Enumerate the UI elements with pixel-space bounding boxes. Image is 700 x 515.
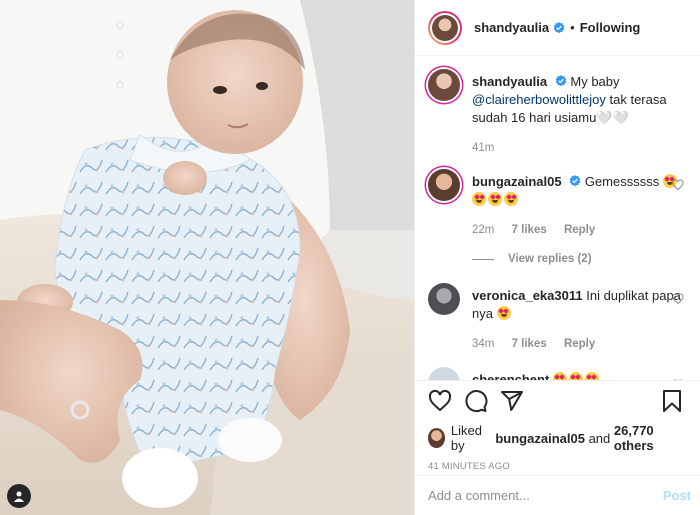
star-struck-emoji [496,306,511,320]
reply-button[interactable]: Reply [564,338,595,350]
star-struck-emoji [568,372,583,380]
heart-icon[interactable] [428,389,452,413]
likes-count[interactable]: 26,770 others [614,423,684,453]
author-username[interactable]: shandyaulia [474,20,549,35]
caption-row: shandyaulia My baby @claireherbowolittle… [428,69,684,155]
view-replies-label: View replies (2) [508,253,592,265]
action-icons [428,389,684,413]
comment-row: veronica_eka3011 Ini duplikat papa nya 3… [428,283,684,351]
comment-likes[interactable]: 7 likes [512,224,547,236]
caption-mention-link[interactable]: @claireherbowolittlejoy [472,92,606,107]
comment-row: cherenchent [428,367,684,380]
post-timestamp[interactable]: 41 MINUTES AGO [428,461,684,472]
liker-avatar[interactable] [428,428,445,448]
separator-dot: • [570,20,575,35]
instagram-post: shandyaulia • Following shandyaulia My b… [0,0,700,515]
comment-time[interactable]: 22m [472,224,494,236]
post-comment-button[interactable]: Post [663,488,691,503]
comment-icon[interactable] [464,389,488,413]
author-avatar[interactable] [428,10,462,45]
star-struck-emoji [584,372,599,380]
comments-list[interactable]: shandyaulia My baby @claireherbowolittle… [415,56,700,380]
commenter-avatar[interactable] [428,169,460,201]
commenter-avatar[interactable] [428,283,460,315]
caption-username[interactable]: shandyaulia [472,74,547,89]
comment-time[interactable]: 34m [472,338,494,350]
comment-username[interactable]: bungazainal05 [472,174,562,189]
comment-input[interactable] [428,488,663,503]
comment-username[interactable]: cherenchent [472,372,549,380]
comment-row: bungazainal05 Gemessssss 22m 7 likes Rep… [428,169,684,237]
user-tag-button[interactable] [7,484,31,508]
commenter-avatar[interactable] [428,367,460,380]
user-tag-icon [14,491,24,502]
comment-text: Gemessssss [584,174,660,189]
following-button[interactable]: Following [580,20,641,35]
comment-heart-icon[interactable] [672,179,684,191]
post-photo[interactable] [0,0,414,515]
verified-badge-icon [569,175,581,187]
comment-heart-icon[interactable] [672,293,684,305]
view-replies-button[interactable]: View replies (2) [472,253,684,265]
baby-photo-illustration [0,0,414,515]
comment-username[interactable]: veronica_eka3011 [472,288,583,303]
verified-badge-icon [553,21,565,33]
post-side-panel: shandyaulia • Following shandyaulia My b… [414,0,700,515]
liked-by-row: Liked by bungazainal05 and 26,770 others [428,423,684,453]
liked-by-prefix: Liked by [450,423,482,453]
liker-username[interactable]: bungazainal05 [495,431,585,446]
verified-badge-icon [555,75,567,87]
post-header: shandyaulia • Following [415,0,700,56]
star-struck-emoji [472,192,486,206]
bookmark-icon[interactable] [660,389,684,413]
caption-avatar[interactable] [428,69,460,101]
caption-time[interactable]: 41m [472,142,494,154]
post-actions: Liked by bungazainal05 and 26,770 others… [415,380,700,475]
star-struck-emoji [552,372,567,380]
replies-divider [472,258,494,260]
comment-likes[interactable]: 7 likes [512,338,547,350]
share-icon[interactable] [500,389,524,413]
caption-text-before: My baby [570,74,620,89]
star-struck-emoji [488,192,502,206]
liked-by-joiner: and [588,430,611,446]
reply-button[interactable]: Reply [564,224,595,236]
comment-heart-icon[interactable] [672,379,684,380]
add-comment-bar: Post [415,475,700,515]
star-struck-emoji [504,192,518,206]
